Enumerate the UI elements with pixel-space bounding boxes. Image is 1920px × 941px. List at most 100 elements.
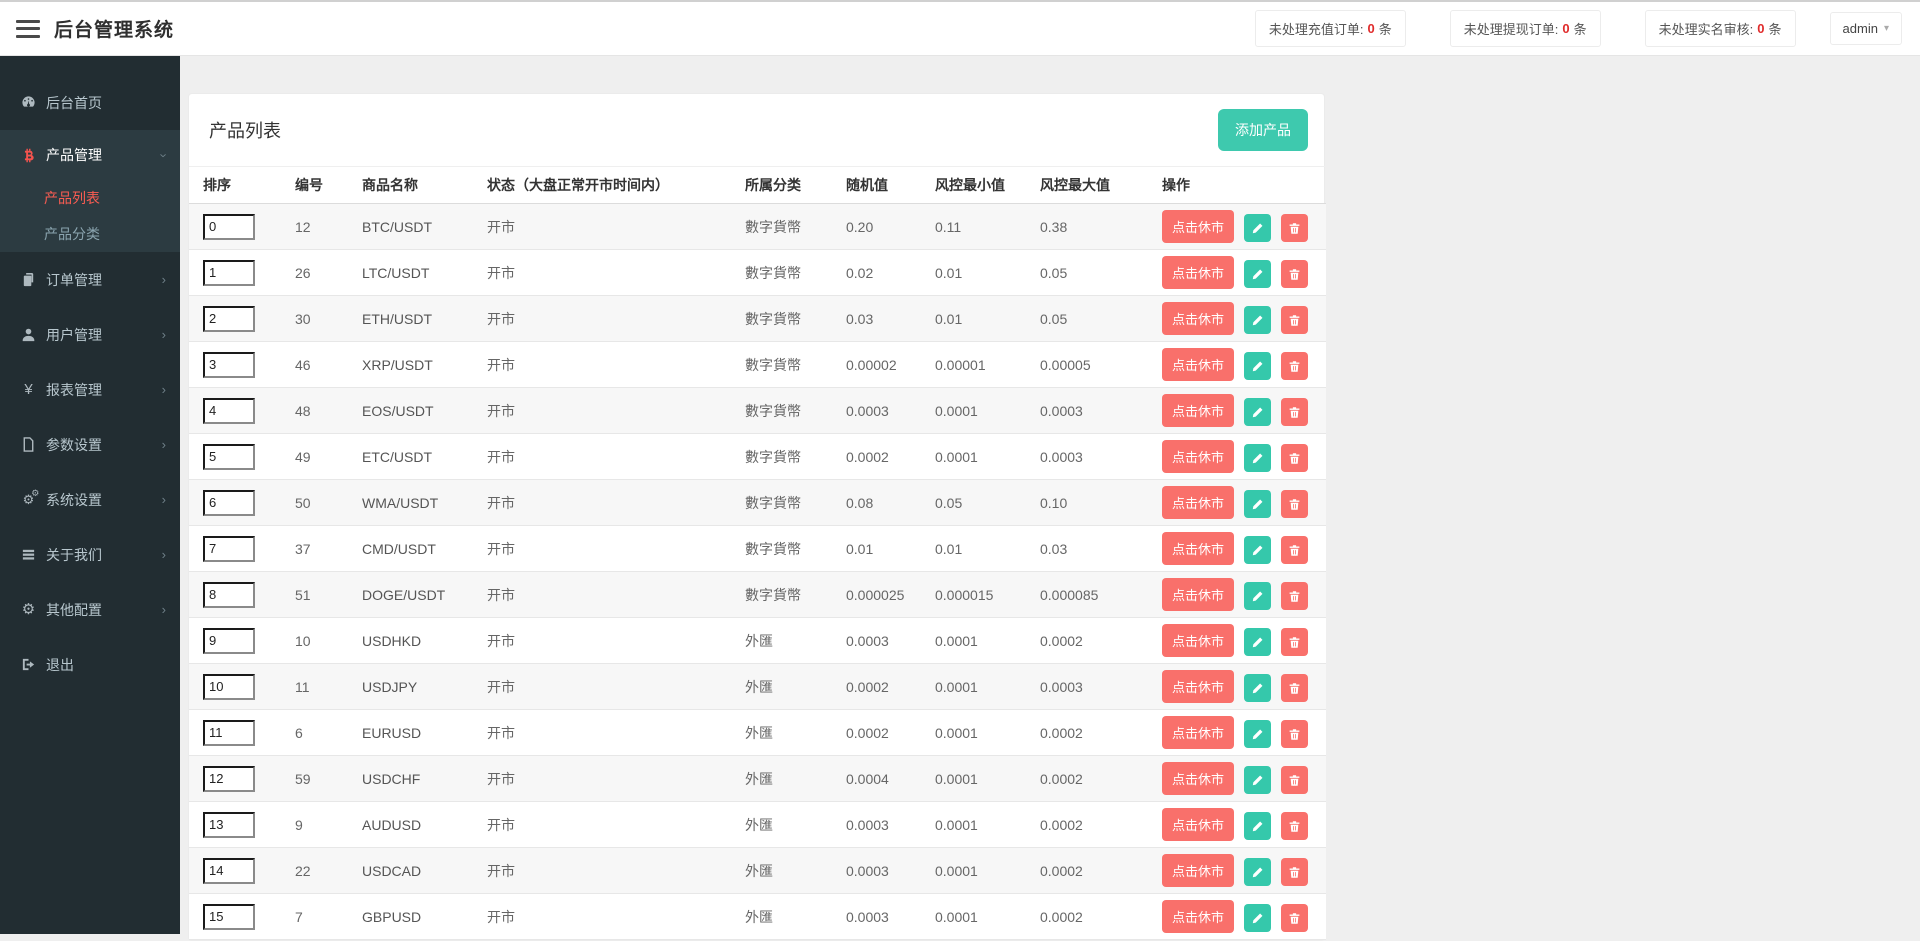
sort-input[interactable] xyxy=(203,674,255,700)
random-value: 0.0002 xyxy=(846,725,889,741)
sidebar-item-product-list[interactable]: 产品列表 xyxy=(0,180,180,216)
edit-button[interactable] xyxy=(1244,352,1271,380)
product-status: 开市 xyxy=(487,265,515,281)
close-market-button[interactable]: 点击休市 xyxy=(1162,854,1234,887)
delete-button[interactable] xyxy=(1281,582,1308,610)
edit-button[interactable] xyxy=(1244,490,1271,518)
sort-input[interactable] xyxy=(203,306,255,332)
product-status: 开市 xyxy=(487,403,515,419)
pending-kyc-review-badge[interactable]: 未处理实名审核: 0 条 xyxy=(1645,10,1796,47)
edit-button[interactable] xyxy=(1244,260,1271,288)
close-market-button[interactable]: 点击休市 xyxy=(1162,716,1234,749)
close-market-button[interactable]: 点击休市 xyxy=(1162,302,1234,335)
pending-withdraw-orders-badge[interactable]: 未处理提现订单: 0 条 xyxy=(1450,10,1601,47)
product-name: USDCHF xyxy=(362,771,420,787)
sidebar-item-product-category[interactable]: 产品分类 xyxy=(0,216,180,252)
product-id: 7 xyxy=(295,909,303,925)
sidebar-item-dashboard[interactable]: 后台首页 xyxy=(0,75,180,130)
stat-label: 未处理实名审核: xyxy=(1659,19,1754,38)
delete-button[interactable] xyxy=(1281,858,1308,886)
edit-button[interactable] xyxy=(1244,214,1271,242)
product-id: 11 xyxy=(295,679,310,695)
sidebar-item-system-settings[interactable]: ⚙⚙ 系统设置 › xyxy=(0,472,180,527)
sort-input[interactable] xyxy=(203,444,255,470)
close-market-button[interactable]: 点击休市 xyxy=(1162,808,1234,841)
close-market-button[interactable]: 点击休市 xyxy=(1162,210,1234,243)
delete-button[interactable] xyxy=(1281,812,1308,840)
edit-pencil-icon xyxy=(1251,406,1264,419)
delete-button[interactable] xyxy=(1281,306,1308,334)
sidebar-item-about-us[interactable]: 关于我们 › xyxy=(0,527,180,582)
edit-button[interactable] xyxy=(1244,720,1271,748)
sort-input[interactable] xyxy=(203,260,255,286)
close-market-button[interactable]: 点击休市 xyxy=(1162,762,1234,795)
close-market-button[interactable]: 点击休市 xyxy=(1162,486,1234,519)
stat-unit: 条 xyxy=(1574,19,1587,38)
delete-button[interactable] xyxy=(1281,352,1308,380)
risk-min-value: 0.00001 xyxy=(935,357,986,373)
close-market-button[interactable]: 点击休市 xyxy=(1162,440,1234,473)
close-market-button[interactable]: 点击休市 xyxy=(1162,532,1234,565)
product-name: ETC/USDT xyxy=(362,449,432,465)
sort-input[interactable] xyxy=(203,812,255,838)
sort-input[interactable] xyxy=(203,858,255,884)
sort-input[interactable] xyxy=(203,490,255,516)
sidebar-item-other-config[interactable]: ⚙ 其他配置 › xyxy=(0,582,180,637)
close-market-button[interactable]: 点击休市 xyxy=(1162,578,1234,611)
sidebar-item-user-management[interactable]: 用户管理 › xyxy=(0,307,180,362)
edit-button[interactable] xyxy=(1244,904,1271,932)
edit-button[interactable] xyxy=(1244,536,1271,564)
close-market-button[interactable]: 点击休市 xyxy=(1162,348,1234,381)
delete-button[interactable] xyxy=(1281,628,1308,656)
delete-button[interactable] xyxy=(1281,214,1308,242)
close-market-button[interactable]: 点击休市 xyxy=(1162,900,1234,933)
pending-recharge-orders-badge[interactable]: 未处理充值订单: 0 条 xyxy=(1255,10,1406,47)
sort-input[interactable] xyxy=(203,582,255,608)
sidebar-item-parameter-settings[interactable]: 参数设置 › xyxy=(0,417,180,472)
delete-button[interactable] xyxy=(1281,398,1308,426)
delete-button[interactable] xyxy=(1281,904,1308,932)
user-menu[interactable]: admin ▾ xyxy=(1830,12,1902,45)
sort-input[interactable] xyxy=(203,352,255,378)
sort-input[interactable] xyxy=(203,766,255,792)
product-status: 开市 xyxy=(487,587,515,603)
sort-input[interactable] xyxy=(203,214,255,240)
delete-button[interactable] xyxy=(1281,490,1308,518)
edit-button[interactable] xyxy=(1244,306,1271,334)
sidebar-item-logout[interactable]: 退出 xyxy=(0,637,180,692)
edit-button[interactable] xyxy=(1244,398,1271,426)
delete-button[interactable] xyxy=(1281,536,1308,564)
edit-button[interactable] xyxy=(1244,766,1271,794)
close-market-button[interactable]: 点击休市 xyxy=(1162,256,1234,289)
delete-button[interactable] xyxy=(1281,720,1308,748)
close-market-button[interactable]: 点击休市 xyxy=(1162,670,1234,703)
sort-input[interactable] xyxy=(203,904,255,930)
edit-button[interactable] xyxy=(1244,858,1271,886)
edit-button[interactable] xyxy=(1244,674,1271,702)
hamburger-icon[interactable] xyxy=(16,20,40,38)
delete-button[interactable] xyxy=(1281,766,1308,794)
sidebar-item-order-management[interactable]: 订单管理 › xyxy=(0,252,180,307)
col-header-random: 随机值 xyxy=(846,167,935,204)
sort-input[interactable] xyxy=(203,628,255,654)
delete-button[interactable] xyxy=(1281,444,1308,472)
sort-input[interactable] xyxy=(203,720,255,746)
close-market-button[interactable]: 点击休市 xyxy=(1162,624,1234,657)
edit-button[interactable] xyxy=(1244,812,1271,840)
caret-down-icon: ▾ xyxy=(1884,23,1889,34)
add-product-button[interactable]: 添加产品 xyxy=(1218,109,1308,151)
sidebar-item-report-management[interactable]: ¥ 报表管理 › xyxy=(0,362,180,417)
sidebar-item-label: 参数设置 xyxy=(46,435,102,455)
edit-button[interactable] xyxy=(1244,444,1271,472)
product-id: 22 xyxy=(295,863,311,879)
delete-button[interactable] xyxy=(1281,674,1308,702)
delete-button[interactable] xyxy=(1281,260,1308,288)
risk-min-value: 0.01 xyxy=(935,311,962,327)
sidebar-item-product-management[interactable]: 产品管理 › xyxy=(0,130,180,180)
close-market-button[interactable]: 点击休市 xyxy=(1162,394,1234,427)
sort-input[interactable] xyxy=(203,536,255,562)
sort-input[interactable] xyxy=(203,398,255,424)
edit-button[interactable] xyxy=(1244,628,1271,656)
product-name: CMD/USDT xyxy=(362,541,436,557)
edit-button[interactable] xyxy=(1244,582,1271,610)
